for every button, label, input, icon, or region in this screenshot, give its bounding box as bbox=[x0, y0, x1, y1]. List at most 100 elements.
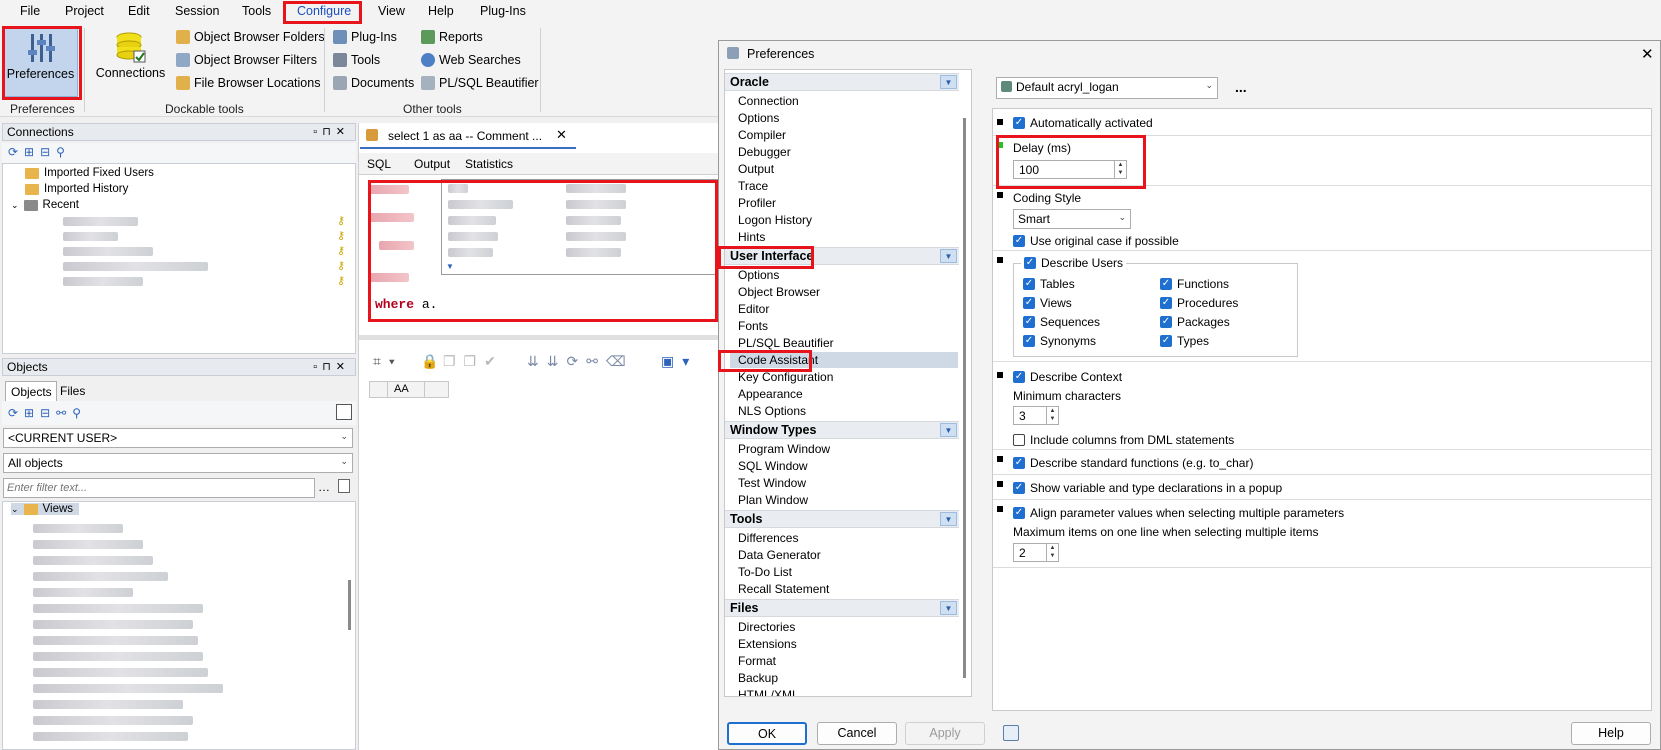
object-type-combo[interactable]: All objects ⌄ bbox=[3, 453, 353, 473]
synonyms-checkbox[interactable]: ✓ Synonyms bbox=[1023, 334, 1096, 348]
cat-test-window[interactable]: Test Window bbox=[738, 476, 806, 490]
collapse-icon[interactable]: ▼ bbox=[940, 512, 957, 526]
category-files[interactable]: Files ▼ bbox=[725, 599, 959, 617]
profile-combo[interactable]: Default acryl_logan ⌄ bbox=[996, 77, 1218, 99]
cat-recall-statement[interactable]: Recall Statement bbox=[738, 582, 829, 596]
tree-item-history[interactable]: Imported History bbox=[25, 183, 128, 195]
refresh-add-remove-icon[interactable]: ⟳⊞⊟⚲ bbox=[8, 145, 71, 159]
cat-extensions[interactable]: Extensions bbox=[738, 637, 797, 651]
cat-plan-window[interactable]: Plan Window bbox=[738, 493, 808, 507]
splitter[interactable] bbox=[359, 335, 719, 340]
plug-ins-button[interactable]: Plug-Ins bbox=[333, 30, 397, 44]
describe-std-checkbox[interactable]: ✓ Describe standard functions (e.g. to_ch… bbox=[1013, 456, 1253, 470]
spin-arrows-icon[interactable]: ▲ ▼ bbox=[1114, 161, 1126, 178]
cat-ui-options[interactable]: Options bbox=[738, 268, 779, 282]
code-line[interactable]: where a. bbox=[375, 297, 437, 312]
types-checkbox[interactable]: ✓ Types bbox=[1160, 334, 1209, 348]
object-browser-filters-button[interactable]: Object Browser Filters bbox=[176, 53, 317, 67]
documents-button[interactable]: Documents bbox=[333, 76, 414, 90]
views-checkbox[interactable]: ✓ Views bbox=[1023, 296, 1072, 310]
cat-connection[interactable]: Connection bbox=[738, 94, 799, 108]
auto-activated-checkbox[interactable]: ✓ Automatically activated bbox=[1013, 116, 1153, 130]
cat-differences[interactable]: Differences bbox=[738, 531, 798, 545]
cat-oracle-options[interactable]: Options bbox=[738, 111, 779, 125]
collapse-icon[interactable]: ▼ bbox=[940, 601, 957, 615]
user-combo[interactable]: <CURRENT USER> ⌄ bbox=[3, 428, 353, 448]
cat-todo-list[interactable]: To-Do List bbox=[738, 565, 792, 579]
export-icon[interactable]: ▣▾ bbox=[661, 353, 697, 370]
cat-code-assistant[interactable]: Code Assistant bbox=[738, 353, 818, 367]
tools-button[interactable]: Tools bbox=[333, 53, 380, 67]
menu-configure[interactable]: Configure bbox=[297, 4, 351, 18]
cat-html-xml[interactable]: HTML/XML bbox=[738, 688, 799, 696]
cat-plsql-beautifier[interactable]: PL/SQL Beautifier bbox=[738, 336, 834, 350]
ok-button[interactable]: OK bbox=[727, 722, 807, 745]
new-filter-icon[interactable] bbox=[338, 479, 350, 493]
tab-statistics[interactable]: Statistics bbox=[465, 157, 513, 171]
cat-key-configuration[interactable]: Key Configuration bbox=[738, 370, 833, 384]
procedures-checkbox[interactable]: ✓ Procedures bbox=[1160, 296, 1238, 310]
grid-tools-icon[interactable]: ⌗▾ bbox=[373, 353, 403, 370]
doc-tab[interactable]: select 1 as aa -- Comment ... ✕ bbox=[360, 123, 576, 149]
tab-files[interactable]: Files bbox=[60, 384, 85, 398]
cat-profiler[interactable]: Profiler bbox=[738, 196, 776, 210]
show-var-checkbox[interactable]: ✓ Show variable and type declarations in … bbox=[1013, 481, 1282, 495]
tab-sql[interactable]: SQL bbox=[367, 157, 391, 171]
menu-view[interactable]: View bbox=[378, 4, 405, 18]
web-searches-button[interactable]: Web Searches bbox=[421, 53, 521, 67]
cat-appearance[interactable]: Appearance bbox=[738, 387, 803, 401]
coding-style-combo[interactable]: Smart ⌄ bbox=[1013, 209, 1131, 229]
cat-logon-history[interactable]: Logon History bbox=[738, 213, 812, 227]
original-case-checkbox[interactable]: ✓ Use original case if possible bbox=[1013, 234, 1179, 248]
apply-button[interactable]: Apply bbox=[905, 722, 985, 745]
column-header-aa[interactable]: AA bbox=[394, 383, 409, 395]
category-window-types[interactable]: Window Types ▼ bbox=[725, 421, 959, 439]
cat-format[interactable]: Format bbox=[738, 654, 776, 668]
autocomplete-popup[interactable]: ▼ bbox=[441, 179, 719, 275]
cat-compiler[interactable]: Compiler bbox=[738, 128, 786, 142]
min-chars-spinner[interactable]: 3 ▲ ▼ bbox=[1013, 406, 1059, 425]
functions-checkbox[interactable]: ✓ Functions bbox=[1160, 277, 1229, 291]
cat-fonts[interactable]: Fonts bbox=[738, 319, 768, 333]
cancel-button[interactable]: Cancel bbox=[817, 722, 897, 745]
scrollbar-thumb[interactable] bbox=[963, 118, 966, 678]
include-dml-checkbox[interactable]: Include columns from DML statements bbox=[1013, 433, 1234, 447]
tables-checkbox[interactable]: ✓ Tables bbox=[1023, 277, 1075, 291]
describe-context-checkbox[interactable]: ✓ Describe Context bbox=[1013, 370, 1122, 384]
object-browser-folders-button[interactable]: Object Browser Folders bbox=[176, 30, 325, 44]
collapse-icon[interactable]: ▼ bbox=[940, 249, 957, 263]
cat-output[interactable]: Output bbox=[738, 162, 774, 176]
delay-spinner[interactable]: 100 ▲ ▼ bbox=[1013, 160, 1127, 179]
packages-checkbox[interactable]: ✓ Packages bbox=[1160, 315, 1230, 329]
file-browser-locations-button[interactable]: File Browser Locations bbox=[176, 76, 320, 90]
cat-nls-options[interactable]: NLS Options bbox=[738, 404, 806, 418]
connections-button[interactable]: Connections bbox=[93, 27, 168, 97]
tree-item-views[interactable]: ⌄ Views bbox=[11, 503, 80, 515]
menu-file[interactable]: File bbox=[20, 4, 40, 18]
close-icon[interactable]: ✕ bbox=[556, 127, 567, 143]
plsql-beautifier-button[interactable]: PL/SQL Beautifier bbox=[421, 76, 539, 90]
checkbox-icon[interactable] bbox=[336, 404, 352, 420]
collapse-icon[interactable]: ▼ bbox=[940, 75, 957, 89]
category-user-interface[interactable]: User Interface ▼ bbox=[725, 247, 959, 265]
max-items-spinner[interactable]: 2 ▲ ▼ bbox=[1013, 543, 1059, 562]
category-oracle[interactable]: Oracle ▼ bbox=[725, 73, 959, 91]
tree-item-fixed-users[interactable]: Imported Fixed Users bbox=[25, 167, 154, 179]
export-settings-icon[interactable] bbox=[1003, 725, 1019, 741]
menu-plug-ins[interactable]: Plug-Ins bbox=[480, 4, 526, 18]
describe-users-checkbox[interactable]: ✓ Describe Users bbox=[1021, 256, 1127, 270]
cat-data-generator[interactable]: Data Generator bbox=[738, 548, 821, 562]
cat-backup[interactable]: Backup bbox=[738, 671, 778, 685]
scrollbar-thumb[interactable] bbox=[348, 580, 351, 630]
fetch-icon[interactable]: ⇊⇊⟳⚯⌫ bbox=[527, 353, 634, 370]
preferences-button[interactable]: Preferences bbox=[3, 27, 78, 97]
refresh-add-remove-icon[interactable]: ⟳⊞⊟⚯⚲ bbox=[8, 406, 87, 420]
cat-program-window[interactable]: Program Window bbox=[738, 442, 830, 456]
tab-objects[interactable]: Objects bbox=[5, 381, 57, 401]
menu-project[interactable]: Project bbox=[65, 4, 104, 18]
menu-help[interactable]: Help bbox=[428, 4, 454, 18]
menu-session[interactable]: Session bbox=[175, 4, 219, 18]
cat-trace[interactable]: Trace bbox=[738, 179, 768, 193]
help-button[interactable]: Help bbox=[1571, 722, 1651, 745]
sequences-checkbox[interactable]: ✓ Sequences bbox=[1023, 315, 1100, 329]
